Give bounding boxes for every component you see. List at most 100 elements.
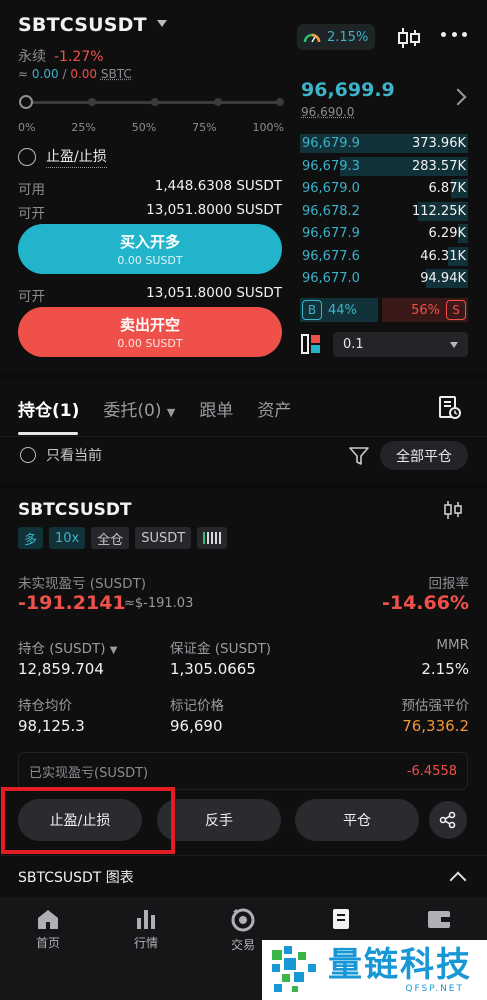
bid-size: 46.31K <box>420 248 466 264</box>
order-book-row[interactable]: 96,677.0 94.94K <box>300 268 468 289</box>
slider-knob[interactable] <box>19 95 33 109</box>
buy-tag: B <box>302 300 322 320</box>
slider-step-25[interactable] <box>88 98 96 106</box>
entry-price-label: 持仓均价 <box>18 698 72 714</box>
symbol-dropdown-caret-icon[interactable] <box>157 20 167 27</box>
position-symbol: SBTCSUSDT <box>18 500 132 520</box>
order-book-layout-icon[interactable] <box>301 334 321 354</box>
tpsl-radio[interactable] <box>18 148 36 166</box>
section-divider <box>0 373 487 379</box>
bid-price: 96,677.6 <box>302 248 360 264</box>
current-only-label: 只看当前 <box>46 448 102 464</box>
close-position-button[interactable]: 平仓 <box>295 799 419 841</box>
symbol-title[interactable]: SBTCSUSDT <box>18 14 147 36</box>
tpsl-toggle[interactable]: 止盈/止损 <box>18 146 107 168</box>
slider-step-100[interactable] <box>276 98 284 106</box>
watermark-logo: 量链科技 QFSP.NET <box>262 940 487 1000</box>
tpsl-label: 止盈/止损 <box>46 146 107 168</box>
filter-icon[interactable] <box>349 446 369 466</box>
risk-level-icon <box>197 527 228 549</box>
slider-label-75: 75% <box>192 121 217 134</box>
buy-long-label: 买入开多 <box>119 233 180 251</box>
order-book-row[interactable]: 96,677.6 46.31K <box>300 246 468 267</box>
sell-short-button[interactable]: 卖出开空 0.00 SUSDT <box>18 307 282 357</box>
reverse-button[interactable]: 反手 <box>157 799 281 841</box>
tab-orders[interactable]: 委托(0) ▼ <box>103 396 175 421</box>
bid-size: 112.25K <box>411 203 466 219</box>
close-all-button[interactable]: 全部平仓 <box>380 441 468 470</box>
liq-price-label: 预估强平价 <box>401 698 470 714</box>
available-value: 1,448.6308 SUSDT <box>154 178 282 194</box>
nav-trade-label: 交易 <box>230 938 255 952</box>
approx-value-1: 0.00 <box>31 67 59 81</box>
position-tabs: 持仓(1) 委托(0) ▼ 跟单 资产 <box>18 396 291 421</box>
slider-label-25: 25% <box>71 121 96 134</box>
buy-ratio-value: 44% <box>328 302 357 318</box>
caret-down-icon[interactable]: ▼ <box>110 645 118 656</box>
nav-markets[interactable]: 行情 <box>116 908 176 951</box>
buy-long-button[interactable]: 买入开多 0.00 SUSDT <box>18 224 282 274</box>
buy-ratio-bar: B 44% <box>300 298 378 322</box>
chevron-right-icon[interactable] <box>449 88 467 106</box>
slider-label-0: 0% <box>18 121 36 134</box>
bid-price: 96,678.2 <box>302 203 360 219</box>
current-only-radio[interactable] <box>20 447 36 463</box>
approx-separator: / <box>62 67 67 81</box>
margin-value: 1,305.0665 <box>170 660 256 678</box>
bar-chart-icon <box>137 910 155 929</box>
tab-positions[interactable]: 持仓(1) <box>18 396 79 421</box>
buy-sell-ratio: B 44% 56% S <box>300 298 468 322</box>
share-icon <box>439 811 456 829</box>
brand-logo-icon <box>272 946 316 992</box>
candlestick-chart-icon[interactable] <box>443 500 463 520</box>
bid-size: 283.57K <box>411 158 466 174</box>
candlestick-chart-icon[interactable] <box>396 27 422 49</box>
mmr-label: MMR <box>436 637 469 653</box>
annotation-highlight-box <box>1 787 175 854</box>
order-book-row[interactable]: 96,678.2 112.25K <box>300 201 468 222</box>
contract-type: 永续 <box>18 49 46 65</box>
more-menu-icon[interactable] <box>441 32 467 40</box>
slider-label-100: 100% <box>252 121 284 134</box>
watermark-name: 量链科技 <box>328 945 472 985</box>
roe-value: -14.66% <box>381 592 469 614</box>
sell-tag: S <box>446 300 466 320</box>
bid-price: 96,679.3 <box>302 158 360 174</box>
show-current-only-toggle[interactable]: 只看当前 <box>20 445 102 465</box>
mmr-value: 2.15% <box>421 660 469 678</box>
futures-document-icon <box>333 909 349 929</box>
open-long-value: 13,051.8000 SUSDT <box>146 202 282 218</box>
order-book-row[interactable]: 96,679.0 6.87K <box>300 178 468 199</box>
sell-ratio-bar: 56% S <box>382 298 468 322</box>
tab-assets[interactable]: 资产 <box>257 396 291 421</box>
watermark-text: 量链科技 QFSP.NET <box>328 946 472 994</box>
tab-copy-trade[interactable]: 跟单 <box>199 396 233 421</box>
chart-section-title: SBTCSUSDT 图表 <box>18 870 134 886</box>
realized-pnl-label: 已实现盈亏(SUSDT) <box>29 765 149 781</box>
watermark-url: QFSP.NET <box>405 984 464 994</box>
change-percent: -1.27% <box>54 49 104 65</box>
sell-short-amount: 0.00 SUSDT <box>117 337 183 350</box>
funding-rate-pill[interactable]: 2.15% <box>297 24 375 50</box>
share-button[interactable] <box>429 801 467 839</box>
bid-price: 96,677.0 <box>302 271 360 286</box>
order-book-row[interactable]: 96,677.9 6.29K <box>300 223 468 244</box>
available-row: 可用 1,448.6308 SUSDT <box>18 178 282 198</box>
slider-step-75[interactable] <box>214 98 222 106</box>
precision-select[interactable]: 0.1 <box>333 332 468 357</box>
approx-unit: SBTC <box>100 67 132 81</box>
tab-orders-label: 委托(0) <box>103 401 162 421</box>
sell-short-label: 卖出开空 <box>119 316 180 334</box>
order-book-row[interactable]: 96,679.3 283.57K <box>300 156 468 177</box>
gauge-icon <box>303 33 321 43</box>
margin-label: 保证金 (SUSDT) <box>170 641 271 657</box>
history-document-icon[interactable] <box>438 396 462 420</box>
nav-wallet[interactable] <box>409 908 469 934</box>
bid-price: 96,677.9 <box>302 226 360 241</box>
slider-step-50[interactable] <box>151 98 159 106</box>
realized-pnl-value: -6.4558 <box>406 763 457 779</box>
order-book-row[interactable]: 96,679.9 373.96K <box>300 133 468 154</box>
leverage-tag[interactable]: 10x <box>49 527 86 549</box>
nav-home[interactable]: 首页 <box>18 908 78 951</box>
nav-futures[interactable] <box>311 908 371 936</box>
